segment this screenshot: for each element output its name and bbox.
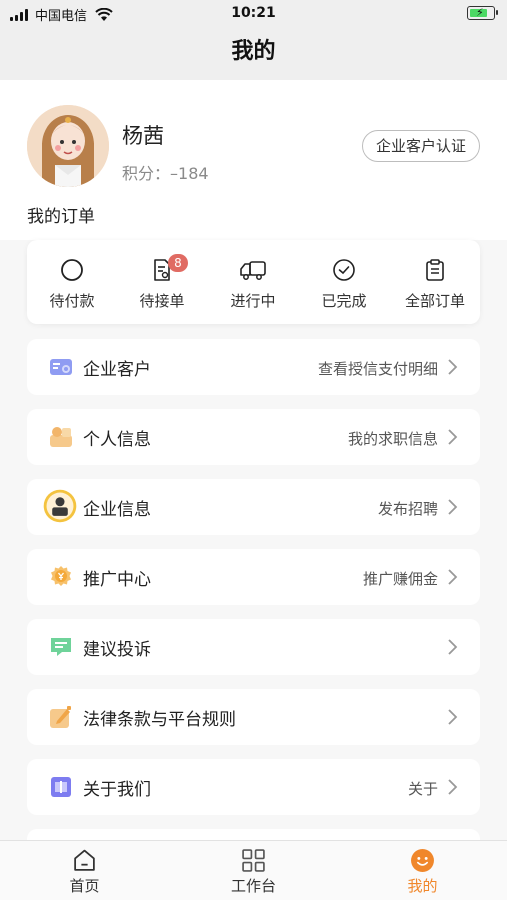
menu-terms-rules[interactable]: 法律条款与平台规则 [27, 689, 480, 745]
orders-section-title: 我的订单 [27, 207, 95, 227]
tab-home[interactable]: 首页 [0, 841, 169, 900]
home-icon [74, 849, 95, 871]
circle-icon [61, 259, 83, 281]
status-bar: 中国电信 10:21 ⚡ [0, 0, 507, 28]
tab-mine[interactable]: 我的 [338, 841, 507, 900]
tab-bar: 首页 工作台 我的 [0, 840, 507, 900]
order-pending-payment[interactable]: 待付款 [27, 240, 117, 324]
chevron-right-icon [448, 569, 458, 585]
order-all[interactable]: 全部订单 [390, 240, 480, 324]
personal-info-icon [50, 427, 72, 447]
menu-enterprise-customer[interactable]: 企业客户 查看授信支付明细 [27, 339, 480, 395]
menu-label: 法律条款与平台规则 [83, 710, 236, 730]
avatar-illustration-icon [27, 105, 109, 187]
order-completed[interactable]: 已完成 [299, 240, 389, 324]
truck-icon [240, 261, 266, 280]
menu-label: 建议投诉 [83, 640, 151, 660]
nav-bar: 我的 [0, 28, 507, 80]
order-item-label: 进行中 [230, 292, 276, 310]
menu-label: 企业信息 [83, 500, 151, 520]
chevron-right-icon [448, 429, 458, 445]
order-card: 待付款 8 待接单 进行中 已完成 全部订单 [27, 240, 480, 324]
menu-company-info[interactable]: 企业信息 发布招聘 [27, 479, 480, 535]
feedback-icon [51, 638, 71, 656]
enterprise-card-icon [50, 359, 72, 375]
chevron-right-icon [448, 709, 458, 725]
tab-workbench[interactable]: 工作台 [169, 841, 338, 900]
menu-about-us[interactable]: 关于我们 关于 [27, 759, 480, 815]
menu-label: 个人信息 [83, 430, 151, 450]
enterprise-certification-button[interactable]: 企业客户认证 [362, 130, 480, 162]
terms-edit-icon [50, 706, 71, 728]
battery-icon: ⚡ [467, 6, 498, 20]
clipboard-icon [426, 259, 444, 281]
chevron-right-icon [448, 639, 458, 655]
chevron-right-icon [448, 779, 458, 795]
menu-subtext: 推广赚佣金 [362, 570, 438, 588]
order-pending-accept[interactable]: 8 待接单 [117, 240, 207, 324]
menu-label: 推广中心 [83, 570, 151, 590]
order-in-progress[interactable]: 进行中 [208, 240, 298, 324]
menu-subtext: 查看授信支付明细 [317, 360, 438, 378]
order-item-label: 待付款 [49, 292, 95, 310]
smile-icon [411, 849, 434, 872]
order-item-label: 已完成 [321, 292, 367, 310]
menu-subtext: 发布招聘 [377, 500, 438, 518]
menu-personal-info[interactable]: 个人信息 我的求职信息 [27, 409, 480, 465]
grid-icon [242, 849, 265, 872]
tab-label: 工作台 [230, 877, 276, 895]
order-item-label: 待接单 [139, 292, 185, 310]
status-time: 10:21 [231, 5, 276, 21]
avatar[interactable] [27, 105, 109, 187]
menu-label: 企业客户 [83, 360, 151, 380]
menu-subtext: 我的求职信息 [347, 430, 438, 448]
points-text: 积分：–184 [122, 160, 209, 184]
points-label: 积分： [122, 164, 171, 183]
menu-promotion-center[interactable]: 推广中心 推广赚佣金 [27, 549, 480, 605]
check-circle-icon [333, 259, 355, 281]
content-area[interactable]: 杨茜 积分：–184 企业客户认证 我的订单 待付款 8 待接单 进行中 已完成… [0, 80, 507, 840]
tab-label: 我的 [407, 877, 438, 895]
points-value: –184 [170, 164, 209, 183]
order-badge: 8 [168, 254, 188, 272]
menu-subtext: 关于 [407, 780, 438, 798]
chevron-right-icon [448, 359, 458, 375]
chevron-right-icon [448, 499, 458, 515]
user-name: 杨茜 [122, 124, 164, 148]
tab-label: 首页 [69, 877, 100, 895]
menu-label: 关于我们 [83, 780, 151, 800]
promotion-coin-icon [51, 566, 71, 586]
company-info-icon [43, 489, 77, 523]
page-title: 我的 [231, 39, 276, 64]
menu-feedback[interactable]: 建议投诉 [27, 619, 480, 675]
menu-row-partial[interactable] [27, 829, 480, 840]
order-item-label: 全部订单 [404, 292, 465, 310]
about-book-icon [51, 777, 71, 797]
profile-section: 杨茜 积分：–184 企业客户认证 我的订单 [0, 80, 507, 240]
